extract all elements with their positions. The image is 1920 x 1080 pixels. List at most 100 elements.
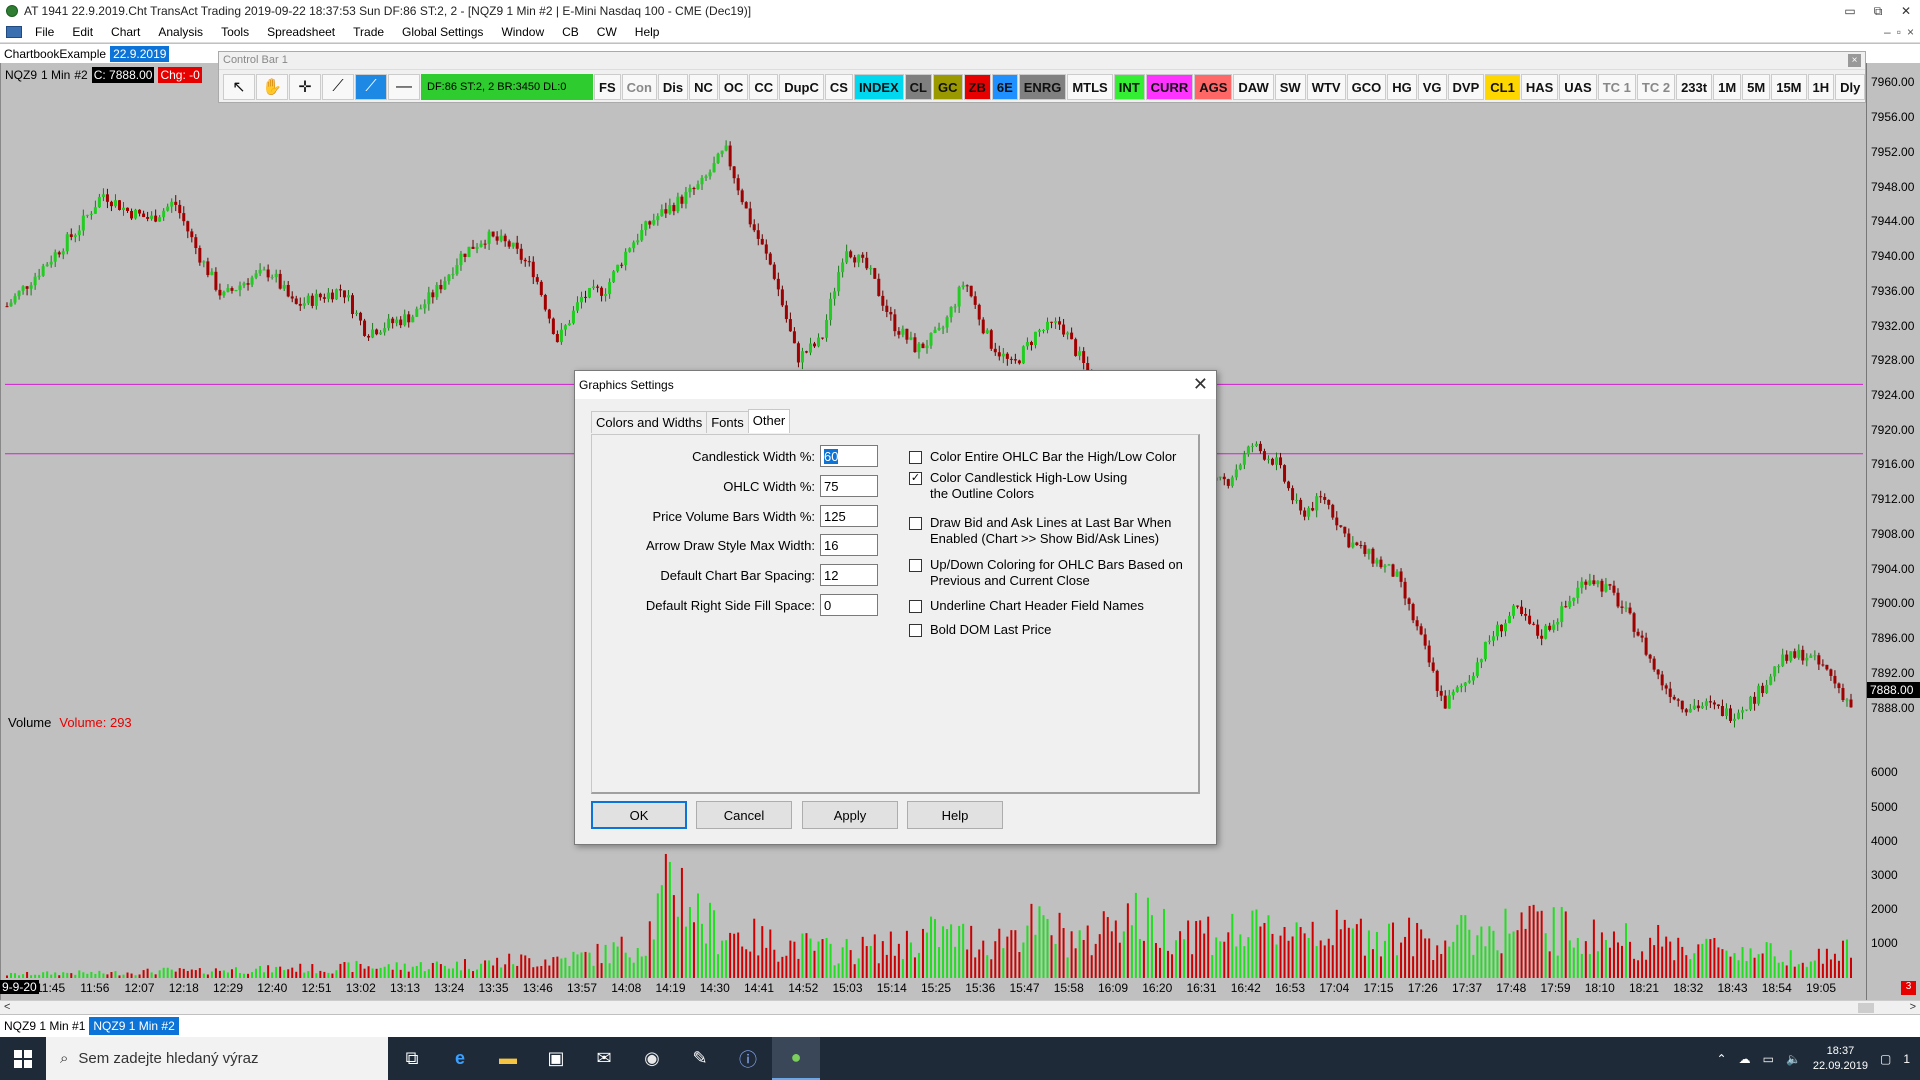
menu-analysis[interactable]: Analysis: [149, 25, 212, 39]
minimize-button[interactable]: ▭: [1836, 2, 1864, 20]
tool-button-cs[interactable]: CS: [824, 74, 853, 100]
tool-button-daw[interactable]: DAW: [1233, 74, 1274, 100]
menu-cw[interactable]: CW: [588, 25, 626, 39]
price-volume-bars-width-input[interactable]: 125: [820, 505, 878, 527]
maximize-button[interactable]: ⧉: [1864, 2, 1892, 20]
task-view-icon[interactable]: ⧉: [388, 1037, 436, 1080]
tool-button-gco[interactable]: GCO: [1346, 74, 1387, 100]
tool-button-cl[interactable]: CL: [904, 74, 933, 100]
taskbar-search[interactable]: ⌕ Sem zadejte hledaný výraz: [46, 1037, 388, 1080]
tool-button-vg[interactable]: VG: [1417, 74, 1447, 100]
volume-icon[interactable]: 🔈: [1786, 1052, 1801, 1066]
line-draw-tool-icon[interactable]: ⟋: [322, 74, 354, 100]
tool-button-dis[interactable]: Dis: [657, 74, 689, 100]
menu-chart[interactable]: Chart: [102, 25, 149, 39]
tool-button-con[interactable]: Con: [621, 74, 657, 100]
alert-badge[interactable]: 3: [1901, 981, 1916, 995]
tool-button-wtv[interactable]: WTV: [1306, 74, 1346, 100]
scroll-left-icon[interactable]: <: [4, 1001, 10, 1013]
menu-cb[interactable]: CB: [553, 25, 588, 39]
app-if-icon[interactable]: ⓘ: [724, 1037, 772, 1080]
help-button[interactable]: Help: [907, 801, 1003, 829]
menu-window[interactable]: Window: [492, 25, 553, 39]
crosshair-tool-icon[interactable]: ✛: [289, 74, 321, 100]
menu-tools[interactable]: Tools: [212, 25, 258, 39]
edge-icon[interactable]: e: [436, 1037, 484, 1080]
system-menu-icon[interactable]: [6, 25, 22, 38]
tab-fonts[interactable]: Fonts: [706, 411, 749, 433]
check-candlestick-outline[interactable]: ✓: [909, 472, 922, 485]
chartbook-date[interactable]: 22.9.2019: [110, 45, 170, 62]
transact-app-icon[interactable]: ●: [772, 1037, 820, 1080]
tool-button-tc-1[interactable]: TC 1: [1597, 74, 1636, 100]
check-ohlc-high-low-color[interactable]: [909, 451, 922, 464]
pointer-tool-icon[interactable]: ↖: [223, 74, 255, 100]
ok-button[interactable]: OK: [591, 801, 687, 829]
mdi-minimize-button[interactable]: –: [1884, 25, 1891, 39]
menu-spreadsheet[interactable]: Spreadsheet: [258, 25, 344, 39]
tool-button-ags[interactable]: AGS: [1194, 74, 1233, 100]
menu-file[interactable]: File: [26, 25, 63, 39]
chartbook-name[interactable]: ChartbookExample: [0, 47, 110, 61]
tool-button-233t[interactable]: 233t: [1676, 74, 1713, 100]
start-button[interactable]: [0, 1037, 46, 1080]
tool-button-dly[interactable]: Dly: [1835, 74, 1866, 100]
control-bar-close-button[interactable]: ×: [1848, 54, 1861, 67]
menu-help[interactable]: Help: [626, 25, 669, 39]
apply-button[interactable]: Apply: [802, 801, 898, 829]
tool-button-oc[interactable]: OC: [718, 74, 749, 100]
price-axis[interactable]: 7960.00 7956.00 7952.00 7948.00 7944.00 7940.…: [1866, 63, 1920, 1004]
horizontal-line-tool-icon[interactable]: —: [388, 74, 420, 100]
notification-icon[interactable]: ▢: [1880, 1052, 1891, 1066]
tool-button-mtls[interactable]: MTLS: [1067, 74, 1113, 100]
check-bold-dom[interactable]: [909, 624, 922, 637]
bar-spacing-input[interactable]: 12: [820, 564, 878, 586]
check-bid-ask-lines[interactable]: [909, 517, 922, 530]
paint-icon[interactable]: ✎: [676, 1037, 724, 1080]
tool-button-int[interactable]: INT: [1113, 74, 1145, 100]
scroll-right-icon[interactable]: >: [1910, 1001, 1916, 1013]
horizontal-scrollbar[interactable]: < >: [0, 1000, 1920, 1014]
tool-button-5m[interactable]: 5M: [1742, 74, 1771, 100]
tool-button-cl1[interactable]: CL1: [1485, 74, 1520, 100]
tab-other[interactable]: Other: [747, 409, 791, 433]
close-window-button[interactable]: ✕: [1892, 2, 1920, 20]
scroll-thumb[interactable]: [1858, 1003, 1874, 1013]
tool-button-cc[interactable]: CC: [749, 74, 779, 100]
tool-button-6e[interactable]: 6E: [991, 74, 1018, 100]
file-explorer-icon[interactable]: ▬: [484, 1037, 532, 1080]
tool-button-uas[interactable]: UAS: [1559, 74, 1597, 100]
candlestick-width-input[interactable]: 60: [820, 445, 878, 467]
mdi-restore-button[interactable]: ▫: [1897, 25, 1901, 39]
chrome-icon[interactable]: ◉: [628, 1037, 676, 1080]
menu-global-settings[interactable]: Global Settings: [393, 25, 492, 39]
chart-tab-2[interactable]: NQZ9 1 Min #2: [89, 1017, 179, 1035]
tool-button-1h[interactable]: 1H: [1807, 74, 1835, 100]
time-axis[interactable]: 9-9-20 11:45 11:56 12:07 12:18 12:29 12:40 12:…: [0, 978, 1866, 998]
tray-chevron-icon[interactable]: ⌃: [1717, 1052, 1727, 1066]
network-icon[interactable]: ▭: [1763, 1052, 1774, 1066]
tool-button-dupc[interactable]: DupC: [779, 74, 824, 100]
cancel-button[interactable]: Cancel: [696, 801, 792, 829]
chart-tab-1[interactable]: NQZ9 1 Min #1: [0, 1019, 89, 1033]
ohlc-width-input[interactable]: 75: [820, 475, 878, 497]
tool-button-index[interactable]: INDEX: [853, 74, 904, 100]
tool-button-enrg[interactable]: ENRG: [1018, 74, 1067, 100]
tool-button-dvp[interactable]: DVP: [1447, 74, 1485, 100]
mail-icon[interactable]: ✉: [580, 1037, 628, 1080]
check-underline-header[interactable]: [909, 600, 922, 613]
tool-button-nc[interactable]: NC: [689, 74, 718, 100]
right-fill-space-input[interactable]: 0: [820, 594, 878, 616]
hand-tool-icon[interactable]: ✋: [256, 74, 288, 100]
menu-edit[interactable]: Edit: [63, 25, 102, 39]
tool-button-zb[interactable]: ZB: [963, 74, 991, 100]
arrow-max-width-input[interactable]: 16: [820, 534, 878, 556]
tool-button-sw[interactable]: SW: [1274, 74, 1306, 100]
tool-button-has[interactable]: HAS: [1520, 74, 1559, 100]
mdi-close-button[interactable]: ×: [1907, 25, 1914, 39]
tool-button-gc[interactable]: GC: [933, 74, 963, 100]
dialog-close-button[interactable]: ✕: [1193, 374, 1208, 394]
tool-button-15m[interactable]: 15M: [1771, 74, 1807, 100]
tool-button-tc-2[interactable]: TC 2: [1636, 74, 1676, 100]
tool-button-curr[interactable]: CURR: [1145, 74, 1194, 100]
